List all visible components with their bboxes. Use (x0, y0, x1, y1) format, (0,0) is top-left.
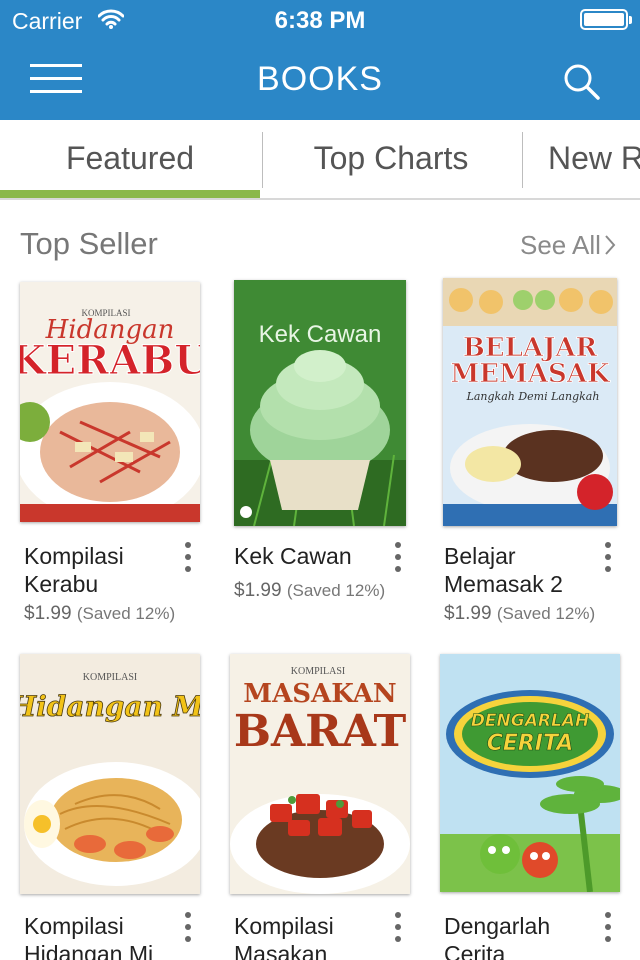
book-price: $1.99 (Saved 12%) (24, 603, 175, 625)
see-all-label: See All (520, 230, 601, 260)
cover-text: Langkah Demi Langkah (466, 390, 600, 403)
book-title[interactable]: Belajar Memasak 2 (444, 542, 594, 598)
more-options-icon[interactable] (178, 910, 198, 946)
cover-text: KOMPILASI (291, 666, 345, 677)
battery-icon (580, 9, 632, 30)
tab-featured[interactable]: Featured (0, 120, 260, 198)
more-options-icon[interactable] (178, 540, 198, 576)
book-title[interactable]: Dengarlah Cerita (444, 912, 594, 960)
status-bar: Carrier 6:38 PM (0, 0, 640, 40)
book-cover[interactable]: KOMPILASI Hidangan Mi (20, 654, 200, 894)
search-icon[interactable] (560, 60, 604, 104)
cover-text: MASAKAN (243, 679, 396, 709)
book-price: $1.99 (Saved 12%) (234, 580, 385, 602)
book-title[interactable]: Kek Cawan (234, 542, 384, 570)
price-label: $1.99 (24, 603, 72, 624)
saved-label: (Saved 12%) (76, 604, 176, 623)
see-all-link[interactable]: See All (520, 230, 617, 261)
book-title[interactable]: Kompilasi Kerabu (24, 542, 174, 598)
page-title: BOOKS (257, 60, 383, 98)
price-label: $1.99 (444, 603, 492, 624)
tab-selected-indicator (0, 190, 260, 198)
cover-text: MEMASAK (450, 359, 611, 389)
book-price: $1.99 (Saved 12%) (444, 603, 595, 625)
cover-text: CERITA (487, 731, 574, 756)
cover-text: BARAT (234, 706, 407, 757)
cover-text: KERABU (20, 337, 200, 384)
price-label: $1.99 (234, 580, 282, 601)
book-cover[interactable]: Kek Cawan (234, 280, 406, 526)
cover-text: KOMPILASI (83, 672, 137, 683)
book-cover[interactable]: KOMPILASI MASAKAN BARAT (230, 654, 410, 894)
cover-text: DENGARLAH (471, 711, 589, 731)
tab-bar: Featured Top Charts New R (0, 120, 640, 200)
book-cover[interactable]: KOMPILASI Hidangan KERABU (20, 282, 200, 522)
app-header: Carrier 6:38 PM BOOKS (0, 0, 640, 120)
tab-new-releases[interactable]: New R (522, 120, 640, 198)
cover-text: Kek Cawan (259, 321, 382, 348)
book-cover[interactable]: BELAJAR MEMASAK Langkah Demi Langkah (443, 278, 617, 526)
chevron-right-icon (605, 235, 616, 255)
navigation-bar: BOOKS (0, 40, 640, 120)
tab-top-charts[interactable]: Top Charts (262, 120, 520, 198)
book-title[interactable]: Kompilasi Hidangan Mi (24, 912, 174, 960)
book-title[interactable]: Kompilasi Masakan Barat (234, 912, 384, 960)
status-time: 6:38 PM (274, 7, 366, 34)
cover-text: Hidangan Mi (20, 690, 200, 723)
more-options-icon[interactable] (598, 540, 618, 576)
saved-label: (Saved 12%) (496, 604, 596, 623)
saved-label: (Saved 12%) (286, 581, 386, 600)
book-cover[interactable]: DENGARLAH CERITA (440, 654, 620, 892)
more-options-icon[interactable] (388, 910, 408, 946)
more-options-icon[interactable] (388, 540, 408, 576)
more-options-icon[interactable] (598, 910, 618, 946)
section-title: Top Seller (20, 226, 158, 261)
